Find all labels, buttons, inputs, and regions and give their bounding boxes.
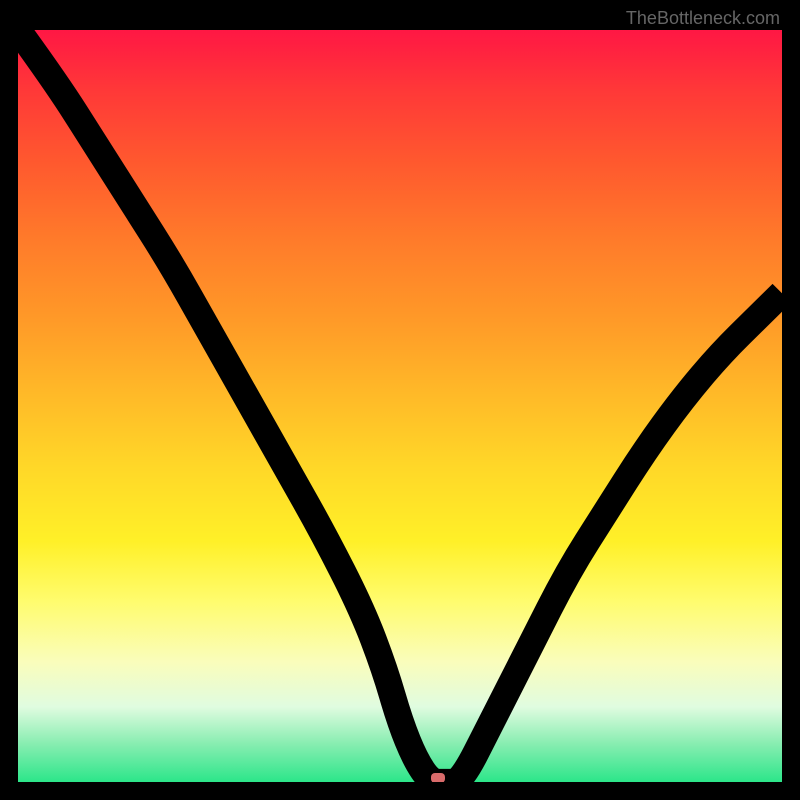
curve-minimum-marker xyxy=(431,773,445,782)
watermark: TheBottleneck.com xyxy=(626,8,780,29)
chart-plot-area xyxy=(18,30,782,782)
bottleneck-curve xyxy=(18,30,782,782)
